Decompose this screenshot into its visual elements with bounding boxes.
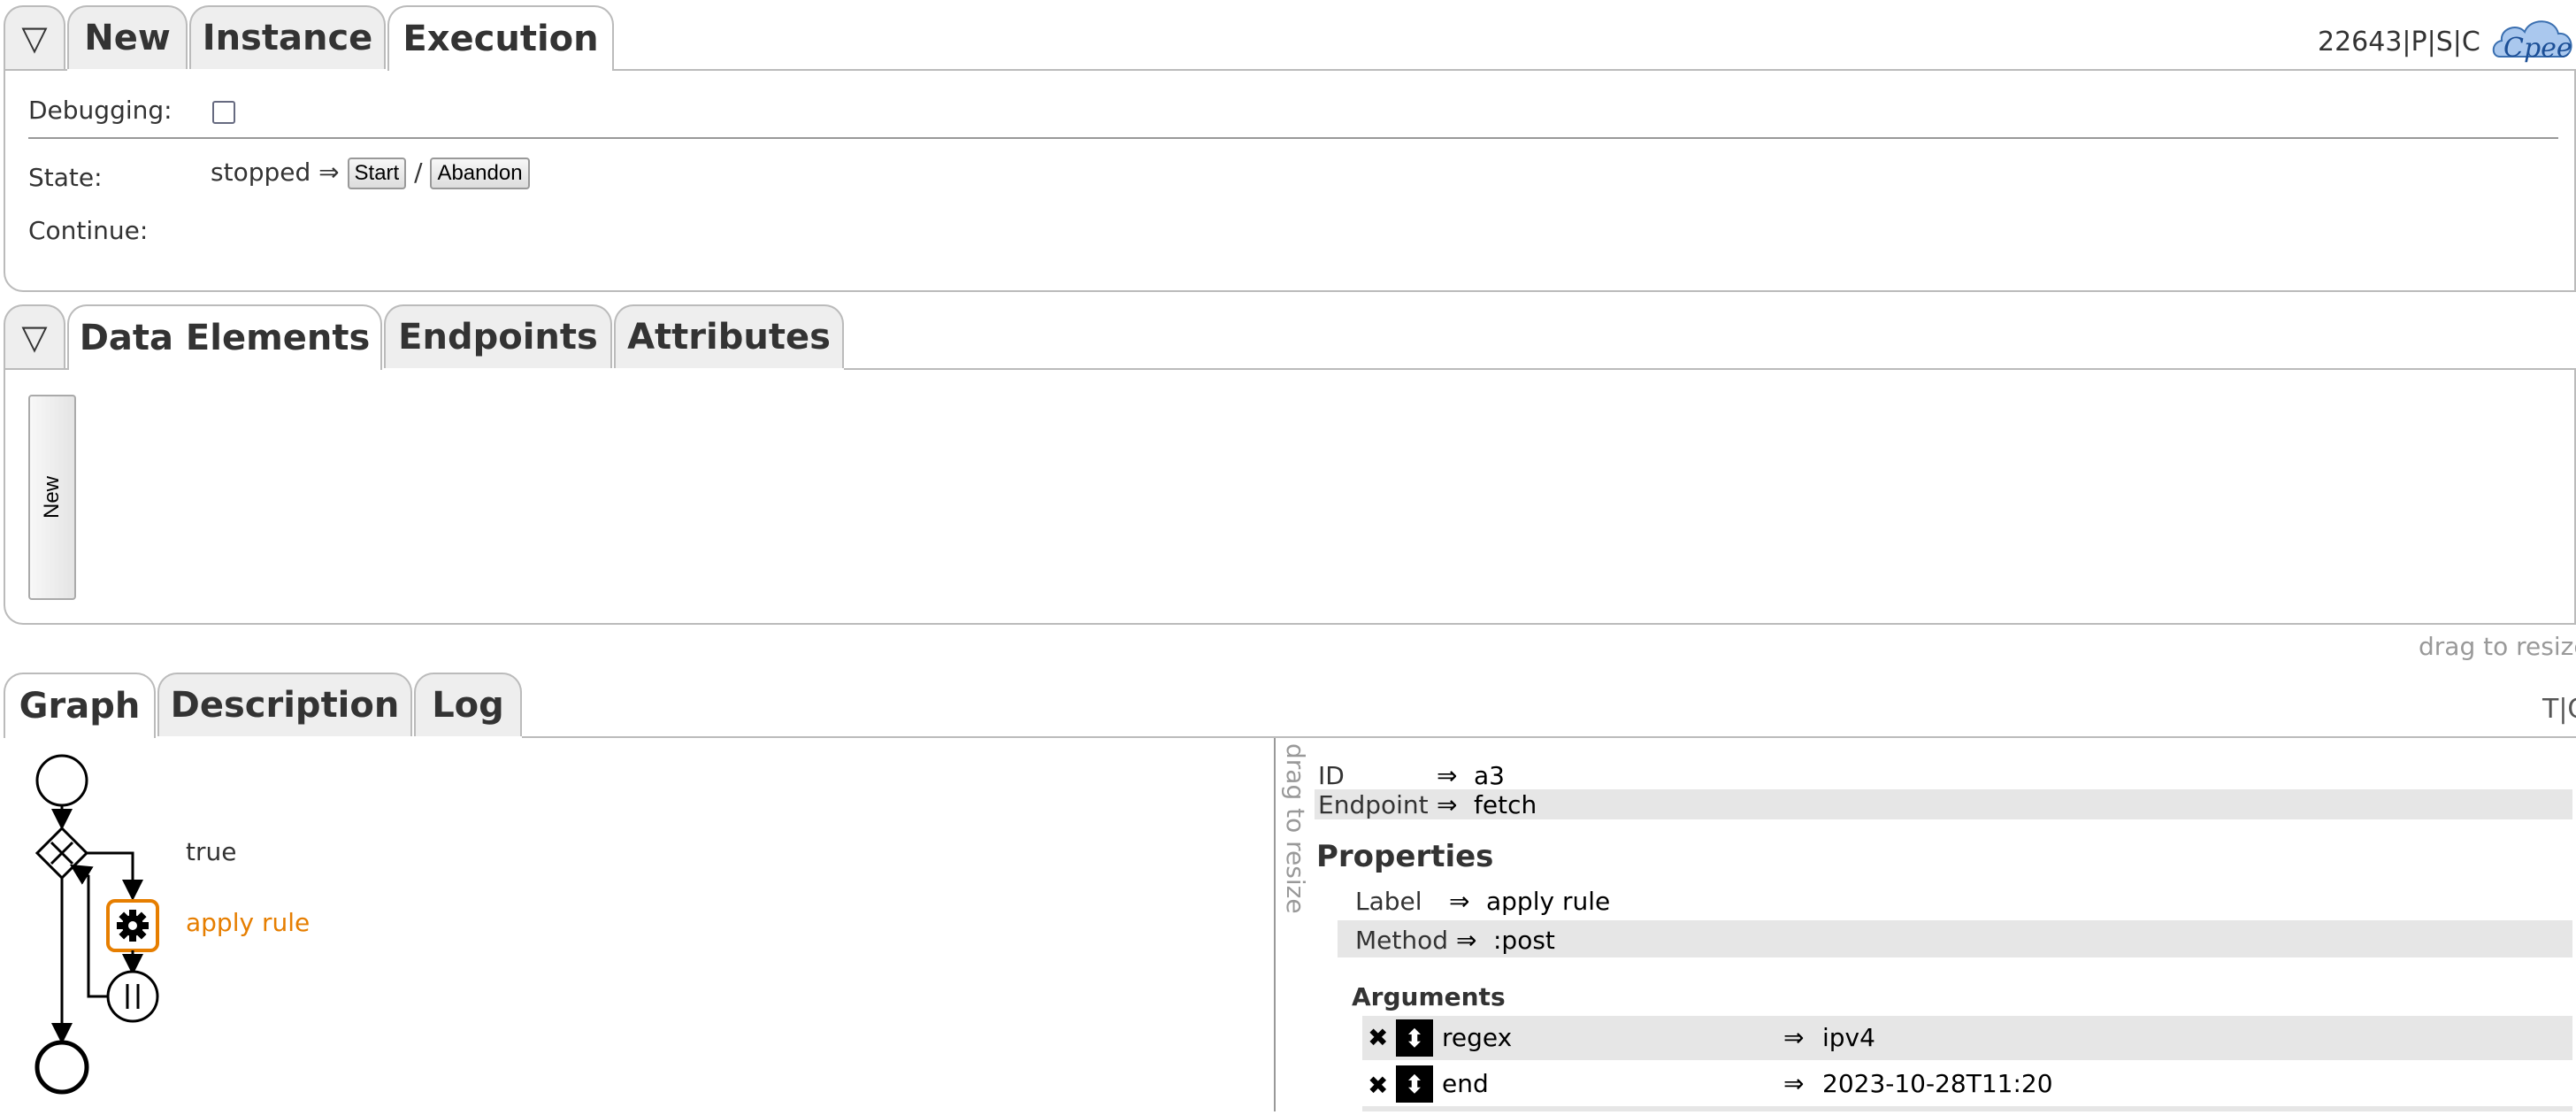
endpoint-arrow: ⇒ — [1437, 790, 1458, 819]
method-arrow: ⇒ — [1456, 926, 1477, 955]
debugging-checkbox[interactable] — [212, 101, 235, 124]
state-value: stopped ⇒ — [211, 158, 340, 187]
method-key: Method — [1355, 926, 1449, 955]
data-elements-panel — [4, 370, 2576, 625]
task-label[interactable]: apply rule — [186, 908, 310, 937]
label-key: Label — [1355, 887, 1422, 916]
argument-name[interactable]: end — [1442, 1069, 1489, 1098]
splitter-resize-hint[interactable]: drag to resize — [1281, 743, 1313, 920]
state-controls: stopped ⇒ Start / Abandon — [211, 158, 530, 189]
gear-icon — [117, 910, 149, 942]
collapse-toggle-icon[interactable]: ▽ — [4, 5, 65, 69]
start-button[interactable]: Start — [347, 158, 407, 189]
id-value: a3 — [1474, 761, 1505, 790]
abandon-button[interactable]: Abandon — [430, 158, 530, 189]
argument-name[interactable]: regex — [1442, 1023, 1512, 1052]
arguments-heading: Arguments — [1352, 982, 1506, 1011]
tab-endpoints[interactable]: Endpoints — [384, 304, 612, 368]
bottom-tabbar: Graph Description Log T|C — [0, 673, 2576, 740]
tab-attributes[interactable]: Attributes — [614, 304, 844, 368]
cpee-logo: Cpee — [2491, 12, 2576, 69]
argument-arrow: ⇒ — [1783, 1023, 1805, 1052]
parallel-join[interactable] — [106, 970, 159, 1023]
graph-splitter[interactable] — [1274, 738, 1276, 1111]
remove-icon[interactable]: ✖ — [1368, 1023, 1388, 1052]
state-separator: / — [414, 158, 423, 187]
reorder-icon[interactable]: ⬍ — [1396, 1019, 1433, 1057]
label-value[interactable]: apply rule — [1486, 887, 1610, 916]
id-key: ID — [1318, 761, 1345, 790]
start-event[interactable] — [35, 754, 88, 807]
end-event[interactable] — [34, 1040, 89, 1095]
label-arrow: ⇒ — [1449, 887, 1470, 916]
endpoint-value[interactable]: fetch — [1474, 790, 1537, 819]
argument-value[interactable]: 2023-10-28T11:20 — [1822, 1069, 2053, 1098]
divider — [28, 137, 2558, 139]
top-tabbar: ▽ New Instance Execution 22643|P|S|C Cpe… — [0, 5, 2576, 73]
id-arrow: ⇒ — [1437, 761, 1458, 790]
branch-label: true — [186, 837, 237, 866]
collapse-toggle-icon[interactable]: ▽ — [4, 304, 65, 368]
reorder-icon[interactable]: ⬍ — [1396, 1065, 1433, 1103]
logo-text: Cpee — [2503, 33, 2572, 64]
continue-label: Continue: — [28, 216, 149, 245]
resize-hint[interactable]: drag to resize — [2419, 632, 2576, 661]
method-value[interactable]: :post — [1493, 926, 1555, 955]
tab-new[interactable]: New — [67, 5, 188, 69]
properties-heading: Properties — [1316, 839, 1494, 874]
state-label: State: — [28, 163, 103, 192]
tab-instance[interactable]: Instance — [189, 5, 386, 69]
tab-data-elements[interactable]: Data Elements — [67, 304, 382, 370]
argument-value[interactable]: ipv4 — [1822, 1023, 1875, 1052]
splitter-resize-hint-text: drag to resize — [1281, 743, 1310, 914]
argument-arrow: ⇒ — [1783, 1069, 1805, 1098]
debugging-label: Debugging: — [28, 96, 172, 125]
endpoint-key: Endpoint — [1318, 790, 1429, 819]
view-toggle[interactable]: T|C — [2542, 694, 2576, 725]
new-button-label: New — [39, 475, 64, 519]
remove-icon[interactable]: ✖ — [1368, 1071, 1388, 1100]
new-data-element-button[interactable]: New — [28, 395, 76, 600]
tab-execution[interactable]: Execution — [387, 5, 614, 71]
tab-graph[interactable]: Graph — [4, 673, 156, 738]
instance-info[interactable]: 22643|P|S|C — [2318, 27, 2480, 58]
tab-log[interactable]: Log — [414, 673, 522, 736]
argument-row — [1362, 1106, 2572, 1111]
tab-description[interactable]: Description — [157, 673, 412, 736]
argument-row — [1362, 1016, 2572, 1060]
mid-tabbar: ▽ Data Elements Endpoints Attributes — [0, 304, 2576, 372]
